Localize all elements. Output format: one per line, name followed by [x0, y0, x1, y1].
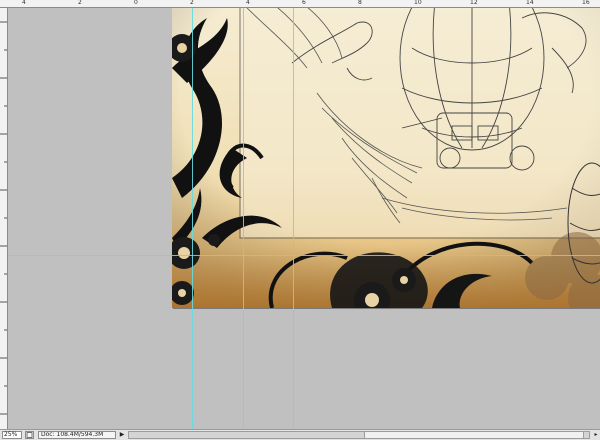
horizontal-guide[interactable] — [8, 255, 600, 256]
ruler-label: 14 — [526, 0, 534, 6]
ruler-ticks — [0, 21, 7, 415]
scrollbar-thumb[interactable] — [364, 432, 584, 438]
document-canvas[interactable] — [172, 8, 600, 308]
ruler-label: 10 — [414, 0, 422, 6]
vertical-guide[interactable] — [293, 8, 294, 429]
ruler-label: 4 — [22, 0, 26, 6]
scroll-right-arrow-icon[interactable]: ▸ — [592, 431, 600, 439]
ruler-label: 8 — [358, 0, 362, 6]
horizontal-scrollbar[interactable] — [128, 431, 590, 439]
zoom-field[interactable]: 25% — [2, 431, 22, 439]
status-menu-arrow-icon[interactable]: ▶ — [118, 431, 126, 439]
ruler-label: 16 — [582, 0, 590, 6]
ruler-label: 6 — [302, 0, 306, 6]
ruler-label: 2 — [190, 0, 194, 6]
document-size-info[interactable]: Doc: 108.4M/594.3M — [38, 431, 116, 439]
ruler-label: 2 — [78, 0, 82, 6]
status-bar: 25% Doc: 108.4M/594.3M ▶ ▸ — [0, 429, 600, 440]
horizontal-ruler[interactable]: 4 2 0 2 4 6 8 10 12 14 16 — [0, 0, 600, 8]
artwork — [172, 8, 600, 308]
ruler-label: 4 — [246, 0, 250, 6]
ruler-label: 0 — [134, 0, 138, 6]
vertical-guide[interactable] — [243, 8, 244, 429]
ruler-label: 12 — [470, 0, 478, 6]
vertical-ruler[interactable] — [0, 8, 8, 429]
page-icon — [26, 432, 33, 438]
vertical-guide[interactable] — [192, 8, 193, 429]
document-status-icon[interactable] — [25, 431, 34, 439]
